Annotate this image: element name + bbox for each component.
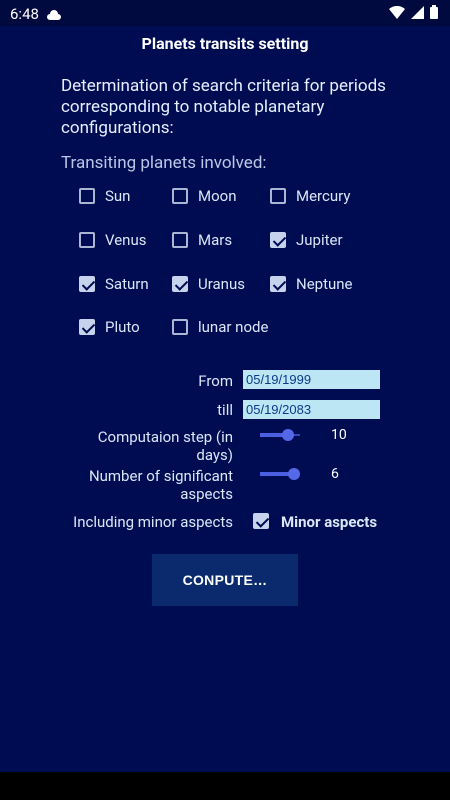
planet-label: Mars	[198, 231, 233, 249]
planet-label: Pluto	[105, 318, 140, 336]
planet-checkbox-pluto[interactable]: Pluto	[79, 315, 140, 339]
planet-checkbox-saturn[interactable]: Saturn	[79, 272, 149, 296]
till-date-input[interactable]	[243, 400, 380, 419]
step-value: 10	[331, 427, 347, 443]
minor-aspects-label: Including minor aspects	[73, 513, 233, 531]
planet-checkbox-venus[interactable]: Venus	[79, 228, 146, 252]
compute-button[interactable]: CONPUTE…	[152, 554, 298, 606]
step-label: Computaion step (in days)	[97, 428, 233, 464]
planet-checkbox-jupiter[interactable]: Jupiter	[270, 228, 343, 252]
aspects-label: Number of significant aspects	[88, 467, 233, 503]
checkbox-icon	[172, 188, 188, 204]
planet-label: Jupiter	[296, 231, 343, 249]
checkbox-icon	[270, 276, 286, 292]
checkbox-icon	[79, 319, 95, 335]
battery-icon	[430, 5, 438, 23]
planet-checkbox-uranus[interactable]: Uranus	[172, 272, 245, 296]
planet-label: Venus	[105, 231, 147, 249]
planet-label: Moon	[198, 187, 237, 205]
planet-label: Mercury	[296, 187, 351, 205]
slider-thumb[interactable]	[282, 429, 294, 441]
till-label: till	[217, 401, 233, 419]
planet-checkbox-mars[interactable]: Mars	[172, 228, 232, 252]
checkbox-icon	[253, 513, 269, 529]
planet-checkbox-neptune[interactable]: Neptune	[270, 272, 353, 296]
cloud-icon	[47, 6, 61, 24]
navigation-bar	[0, 772, 450, 800]
status-bar: 6:48	[0, 0, 450, 26]
aspects-value: 6	[331, 466, 339, 482]
intro-text: Determination of search criteria for per…	[61, 76, 386, 138]
checkbox-icon	[79, 232, 95, 248]
page-title: Planets transits setting	[141, 34, 309, 53]
checkbox-icon	[172, 232, 188, 248]
planet-label: Neptune	[296, 275, 353, 293]
status-time: 6:48	[10, 5, 39, 23]
planet-label: Saturn	[105, 275, 149, 293]
slider-thumb[interactable]	[288, 468, 300, 480]
checkbox-icon	[79, 188, 95, 204]
wifi-icon	[389, 5, 405, 23]
signal-icon	[411, 5, 424, 23]
planet-checkbox-moon[interactable]: Moon	[172, 184, 237, 208]
checkbox-icon	[172, 319, 188, 335]
checkbox-icon	[270, 188, 286, 204]
from-label: From	[198, 372, 233, 390]
from-date-input[interactable]	[243, 370, 380, 389]
checkbox-icon	[172, 276, 188, 292]
minor-aspects-checkbox-label: Minor aspects	[281, 513, 378, 531]
planet-checkbox-sun[interactable]: Sun	[79, 184, 130, 208]
checkbox-icon	[79, 276, 95, 292]
planet-label: Uranus	[198, 275, 245, 293]
planets-label: Transiting planets involved:	[61, 153, 267, 173]
planet-checkbox-lunar-node[interactable]: lunar node	[172, 315, 268, 339]
planet-checkbox-mercury[interactable]: Mercury	[270, 184, 350, 208]
planet-label: Sun	[105, 187, 131, 205]
minor-aspects-checkbox[interactable]	[253, 509, 269, 533]
planet-label: lunar node	[198, 318, 269, 336]
checkbox-icon	[270, 232, 286, 248]
